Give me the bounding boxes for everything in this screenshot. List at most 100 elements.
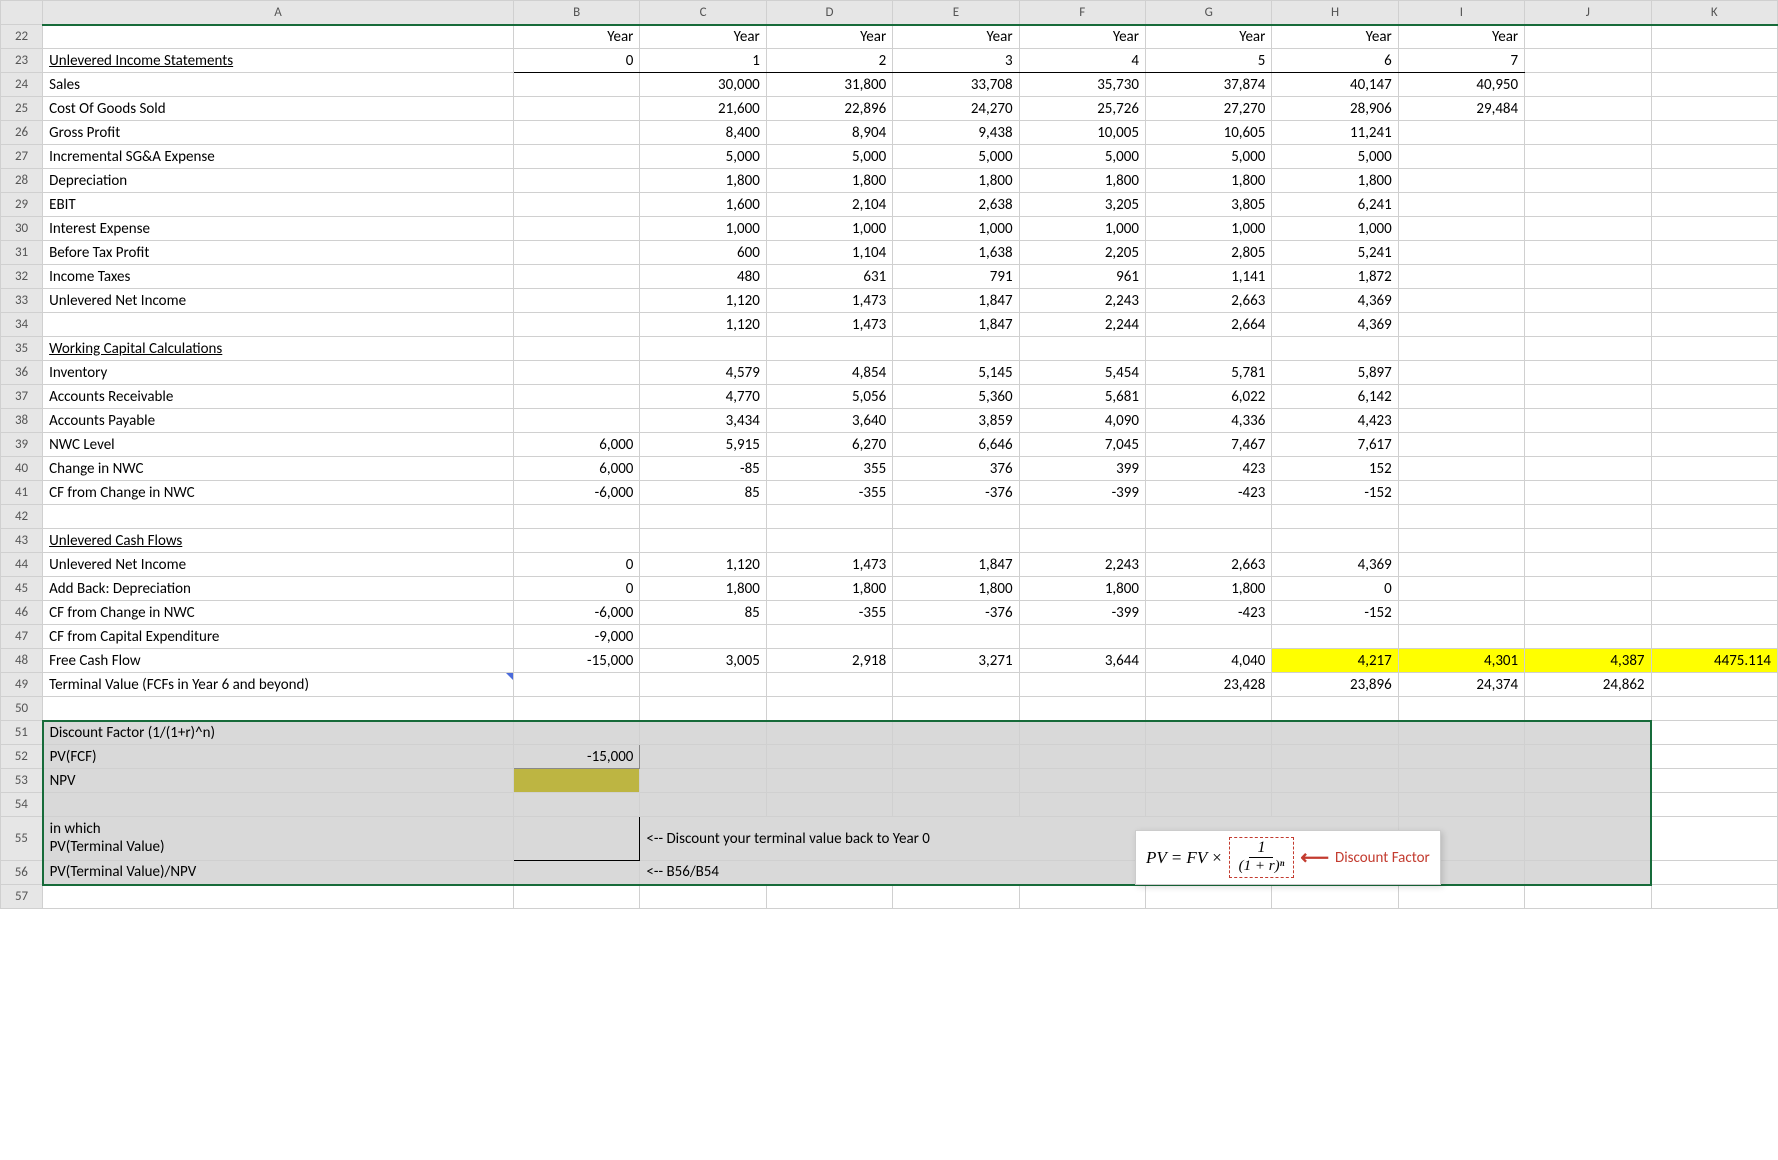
cell-H24[interactable]: 40,147 — [1272, 73, 1398, 97]
row-header-29[interactable]: 29 — [1, 193, 43, 217]
cell-E38[interactable]: 3,859 — [893, 409, 1019, 433]
cell-G30[interactable]: 1,000 — [1145, 217, 1271, 241]
cell-E31[interactable]: 1,638 — [893, 241, 1019, 265]
cell-J29[interactable] — [1525, 193, 1651, 217]
cell-D31[interactable]: 1,104 — [766, 241, 892, 265]
cell-F35[interactable] — [1019, 337, 1145, 361]
spreadsheet-grid[interactable]: A B C D E F G H I J K 22YearYearYearYear… — [0, 0, 1778, 909]
cell-G34[interactable]: 2,664 — [1145, 313, 1271, 337]
cell-I24[interactable]: 40,950 — [1398, 73, 1524, 97]
cell-D42[interactable] — [766, 505, 892, 529]
cell-F57[interactable] — [1019, 885, 1145, 909]
row-28[interactable]: 28Depreciation1,8001,8001,8001,8001,8001… — [1, 169, 1778, 193]
cell-B36[interactable] — [514, 361, 640, 385]
cell-K33[interactable] — [1651, 289, 1777, 313]
cell-H31[interactable]: 5,241 — [1272, 241, 1398, 265]
cell-A30[interactable]: Interest Expense — [43, 217, 514, 241]
cell-G29[interactable]: 3,805 — [1145, 193, 1271, 217]
cell-A31[interactable]: Before Tax Profit — [43, 241, 514, 265]
cell-C46[interactable]: 85 — [640, 601, 766, 625]
cell-E57[interactable] — [893, 885, 1019, 909]
row-57[interactable]: 57 — [1, 885, 1778, 909]
cell-G51[interactable] — [1145, 721, 1271, 745]
cell-E39[interactable]: 6,646 — [893, 433, 1019, 457]
cell-D45[interactable]: 1,800 — [766, 577, 892, 601]
row-39[interactable]: 39NWC Level6,0005,9156,2706,6467,0457,46… — [1, 433, 1778, 457]
cell-C28[interactable]: 1,800 — [640, 169, 766, 193]
cell-E56[interactable] — [893, 861, 1019, 885]
cell-A37[interactable]: Accounts Receivable — [43, 385, 514, 409]
cell-H53[interactable] — [1272, 769, 1398, 793]
cell-I34[interactable] — [1398, 313, 1524, 337]
cell-C33[interactable]: 1,120 — [640, 289, 766, 313]
cell-D54[interactable] — [766, 793, 892, 817]
cell-I49[interactable]: 24,374 — [1398, 673, 1524, 697]
cell-B50[interactable] — [514, 697, 640, 721]
row-23[interactable]: 23Unlevered Income Statements01234567 — [1, 49, 1778, 73]
cell-K26[interactable] — [1651, 121, 1777, 145]
cell-A33[interactable]: Unlevered Net Income — [43, 289, 514, 313]
cell-C45[interactable]: 1,800 — [640, 577, 766, 601]
cell-K43[interactable] — [1651, 529, 1777, 553]
cell-B47[interactable]: -9,000 — [514, 625, 640, 649]
cell-D30[interactable]: 1,000 — [766, 217, 892, 241]
cell-A25[interactable]: Cost Of Goods Sold — [43, 97, 514, 121]
cell-E41[interactable]: -376 — [893, 481, 1019, 505]
cell-J40[interactable] — [1525, 457, 1651, 481]
cell-F44[interactable]: 2,243 — [1019, 553, 1145, 577]
cell-F46[interactable]: -399 — [1019, 601, 1145, 625]
cell-F42[interactable] — [1019, 505, 1145, 529]
col-header-C[interactable]: C — [640, 1, 766, 25]
cell-A32[interactable]: Income Taxes — [43, 265, 514, 289]
cell-K28[interactable] — [1651, 169, 1777, 193]
cell-C47[interactable] — [640, 625, 766, 649]
cell-E25[interactable]: 24,270 — [893, 97, 1019, 121]
cell-I43[interactable] — [1398, 529, 1524, 553]
cell-A50[interactable] — [43, 697, 514, 721]
cell-B29[interactable] — [514, 193, 640, 217]
cell-D39[interactable]: 6,270 — [766, 433, 892, 457]
row-header-49[interactable]: 49 — [1, 673, 43, 697]
row-header-53[interactable]: 53 — [1, 769, 43, 793]
cell-D49[interactable] — [766, 673, 892, 697]
cell-H22[interactable]: Year — [1272, 25, 1398, 49]
cell-E52[interactable] — [893, 745, 1019, 769]
cell-C23[interactable]: 1 — [640, 49, 766, 73]
cell-B53[interactable] — [514, 769, 640, 793]
col-header-I[interactable]: I — [1398, 1, 1524, 25]
cell-C27[interactable]: 5,000 — [640, 145, 766, 169]
cell-K38[interactable] — [1651, 409, 1777, 433]
cell-K34[interactable] — [1651, 313, 1777, 337]
cell-C50[interactable] — [640, 697, 766, 721]
cell-I52[interactable] — [1398, 745, 1524, 769]
row-header-42[interactable]: 42 — [1, 505, 43, 529]
cell-E23[interactable]: 3 — [893, 49, 1019, 73]
cell-I39[interactable] — [1398, 433, 1524, 457]
cell-H45[interactable]: 0 — [1272, 577, 1398, 601]
cell-D57[interactable] — [766, 885, 892, 909]
cell-F56[interactable] — [1019, 861, 1145, 885]
cell-B51[interactable] — [514, 721, 640, 745]
row-header-22[interactable]: 22 — [1, 25, 43, 49]
cell-H51[interactable] — [1272, 721, 1398, 745]
cell-F49[interactable] — [1019, 673, 1145, 697]
cell-J57[interactable] — [1525, 885, 1651, 909]
cell-F36[interactable]: 5,454 — [1019, 361, 1145, 385]
cell-C49[interactable] — [640, 673, 766, 697]
cell-I29[interactable] — [1398, 193, 1524, 217]
cell-K30[interactable] — [1651, 217, 1777, 241]
cell-D53[interactable] — [766, 769, 892, 793]
cell-E51[interactable] — [893, 721, 1019, 745]
cell-B28[interactable] — [514, 169, 640, 193]
cell-A24[interactable]: Sales — [43, 73, 514, 97]
row-49[interactable]: 49Terminal Value (FCFs in Year 6 and bey… — [1, 673, 1778, 697]
cell-I48[interactable]: 4,301 — [1398, 649, 1524, 673]
cell-D33[interactable]: 1,473 — [766, 289, 892, 313]
cell-J46[interactable] — [1525, 601, 1651, 625]
cell-B54[interactable] — [514, 793, 640, 817]
row-55[interactable]: 55in whichPV(Terminal Value)<-- Discount… — [1, 817, 1778, 861]
row-header-39[interactable]: 39 — [1, 433, 43, 457]
cell-D27[interactable]: 5,000 — [766, 145, 892, 169]
cell-G35[interactable] — [1145, 337, 1271, 361]
cell-B37[interactable] — [514, 385, 640, 409]
